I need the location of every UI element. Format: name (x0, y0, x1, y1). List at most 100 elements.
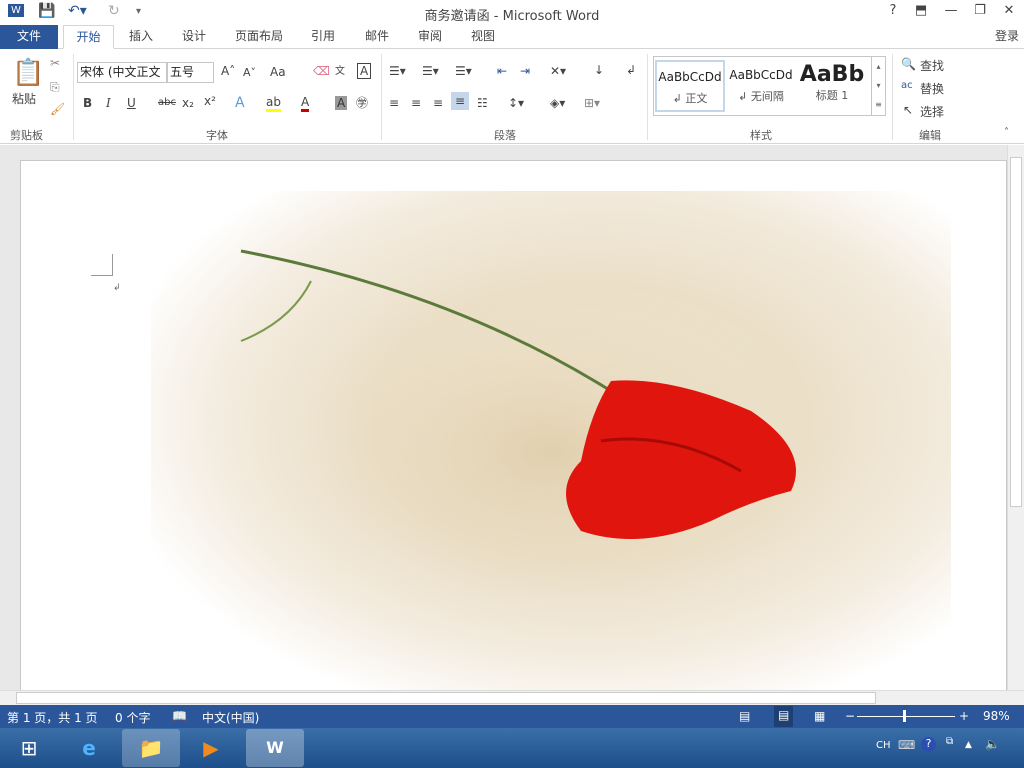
zoom-slider[interactable] (857, 716, 955, 717)
group-label-font: 字体 (206, 129, 228, 142)
paragraph-mark: ↲ (113, 283, 121, 293)
align-right-icon[interactable]: ≡ (433, 96, 443, 110)
bullets-icon[interactable]: ☰▾ (389, 64, 406, 78)
styles-scroll[interactable]: ▴ ▾ ≡ (871, 57, 885, 115)
borders-icon[interactable]: ⊞▾ (584, 96, 600, 110)
proofing-icon[interactable]: 📖 (172, 709, 187, 723)
margin-corner-mark (91, 254, 113, 276)
shading-icon[interactable]: ◈▾ (550, 96, 565, 110)
select-icon[interactable]: ↖ (903, 103, 913, 117)
horizontal-scrollbar[interactable] (0, 690, 1024, 705)
tab-home[interactable]: 开始 (63, 25, 114, 49)
print-layout-icon[interactable]: ▤ (774, 706, 794, 727)
ime-indicator[interactable]: CH (876, 740, 891, 751)
multilevel-list-icon[interactable]: ☰▾ (455, 64, 472, 78)
zoom-in-button[interactable]: + (959, 709, 969, 723)
document-page[interactable]: ↲ (20, 160, 1007, 690)
ribbon-display-icon[interactable]: ⬒ (909, 3, 933, 18)
network-icon[interactable]: ⧉ (946, 736, 953, 747)
font-name-combo[interactable]: 宋体 (中文正文 (77, 62, 167, 83)
char-border-icon[interactable]: A (357, 63, 372, 79)
distribute-icon[interactable]: ☷ (477, 96, 488, 110)
page-count[interactable]: 第 1 页，共 1 页 (7, 709, 98, 726)
format-painter-icon[interactable]: 🖌 (50, 102, 65, 116)
shrink-font-icon[interactable]: A˅ (243, 66, 256, 79)
font-size-combo[interactable]: 五号 (167, 62, 214, 83)
help-tray-icon[interactable]: ? (921, 737, 936, 752)
tab-view[interactable]: 视图 (462, 25, 504, 49)
tab-file[interactable]: 文件 (0, 25, 58, 49)
style-no-spacing[interactable]: AaBbCcDd ↲ 无间隔 (726, 60, 796, 112)
word-taskbar-icon[interactable]: W (246, 729, 304, 767)
subscript-icon[interactable]: x₂ (182, 96, 194, 110)
select-button[interactable]: 选择 (920, 103, 944, 120)
line-spacing-icon[interactable]: ↕▾ (508, 96, 524, 110)
media-player-icon[interactable]: ▶ (182, 729, 240, 767)
align-center-icon[interactable]: ≡ (411, 96, 421, 110)
superscript-icon[interactable]: x² (204, 94, 216, 108)
enclose-char-icon[interactable]: ㊫ (356, 94, 368, 111)
explorer-icon[interactable]: 📁 (122, 729, 180, 767)
help-button[interactable]: ? (881, 3, 905, 18)
web-layout-icon[interactable]: ▦ (814, 709, 825, 723)
keyboard-icon[interactable]: ⌨ (898, 738, 915, 752)
style-name: ↲ 正文 (672, 92, 708, 105)
volume-icon[interactable]: 🔈 (985, 737, 1000, 751)
read-mode-icon[interactable]: ▤ (739, 709, 750, 723)
start-button[interactable]: ⊞ (0, 729, 58, 767)
tab-mailings[interactable]: 邮件 (356, 25, 398, 49)
restore-icon[interactable]: ❐ (968, 3, 992, 18)
word-count[interactable]: 0 个字 (115, 709, 150, 726)
find-icon[interactable]: 🔍 (901, 57, 916, 71)
clear-format-icon[interactable]: ⌫ (313, 64, 330, 78)
decrease-indent-icon[interactable]: ⇤ (497, 64, 507, 78)
zoom-level[interactable]: 98% (983, 709, 1010, 723)
horizontal-scroll-thumb[interactable] (16, 692, 876, 704)
tab-references[interactable]: 引用 (302, 25, 344, 49)
taskbar: ⊞ e 📁 ▶ W CH ⌨ ? ⧉ ▲ 🔈 (0, 728, 1024, 768)
tab-insert[interactable]: 插入 (120, 25, 162, 49)
poppy-wheat-image[interactable] (131, 191, 971, 690)
minimize-icon[interactable]: — (939, 3, 963, 18)
tab-layout[interactable]: 页面布局 (226, 25, 292, 49)
vertical-scrollbar[interactable] (1007, 145, 1024, 690)
font-color-icon[interactable]: A (301, 95, 310, 112)
highlight-icon[interactable]: ab (266, 95, 281, 112)
zoom-slider-thumb[interactable] (903, 710, 906, 722)
italic-button[interactable]: I (106, 96, 111, 110)
sort-icon[interactable]: ↓ (594, 63, 604, 77)
style-heading-1[interactable]: AaBb 标题 1 (798, 60, 866, 112)
copy-icon[interactable]: ⎘ (50, 80, 60, 95)
grow-font-icon[interactable]: A˄ (221, 64, 235, 78)
tab-design[interactable]: 设计 (173, 25, 215, 49)
paste-button[interactable]: 粘贴 (12, 90, 36, 107)
login-link[interactable]: 登录 (990, 25, 1024, 49)
cut-icon[interactable]: ✂ (50, 56, 60, 70)
align-left-icon[interactable]: ≡ (389, 96, 399, 110)
change-case-button[interactable]: Aa (270, 65, 286, 79)
numbering-icon[interactable]: ☰▾ (422, 64, 439, 78)
strikethrough-button[interactable]: abc (158, 97, 176, 108)
paste-icon[interactable]: 📋 (12, 58, 44, 88)
show-hidden-icons[interactable]: ▲ (965, 740, 972, 750)
find-button[interactable]: 查找 (920, 57, 944, 74)
tab-review[interactable]: 审阅 (409, 25, 451, 49)
zoom-out-button[interactable]: − (845, 709, 855, 723)
text-effects-icon[interactable]: A (235, 95, 245, 111)
char-shading-icon[interactable]: A (335, 96, 348, 110)
replace-icon[interactable]: ac (901, 80, 913, 91)
close-icon[interactable]: ✕ (997, 3, 1021, 18)
justify-icon[interactable]: ≡ (451, 92, 470, 110)
increase-indent-icon[interactable]: ⇥ (520, 64, 530, 78)
phonetic-guide-icon[interactable]: 文 (335, 62, 345, 77)
collapse-ribbon-icon[interactable]: ˄ (1004, 127, 1009, 138)
show-marks-icon[interactable]: ↲ (626, 63, 636, 77)
vertical-scroll-thumb[interactable] (1010, 157, 1022, 507)
bold-button[interactable]: B (83, 96, 92, 110)
language-indicator[interactable]: 中文(中国) (202, 709, 259, 726)
asian-layout-icon[interactable]: ✕▾ (550, 64, 566, 78)
underline-button[interactable]: U (127, 96, 136, 110)
ie-icon[interactable]: e (60, 729, 118, 767)
style-normal[interactable]: AaBbCcDd ↲ 正文 (655, 60, 725, 112)
replace-button[interactable]: 替换 (920, 80, 944, 97)
